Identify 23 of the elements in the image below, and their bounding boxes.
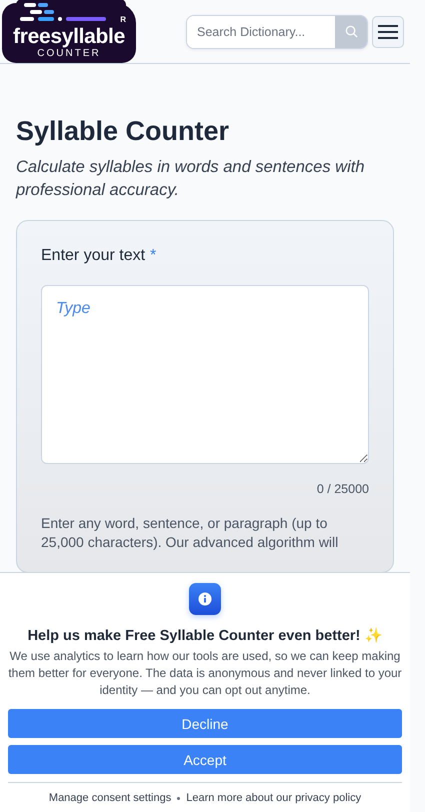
consent-text: We use analytics to learn how our tools are used, so we can keep making them better for everyone. The data is anonymous and never linked to your identity — and you can opt out anytime.: [8, 648, 402, 699]
footer-link[interactable]: Learn more about our privacy policy: [186, 792, 362, 804]
logo-subtitle: COUNTER: [37, 48, 101, 60]
field-label: Enter your text: [41, 247, 146, 265]
text-input-field[interactable]: Type: [41, 285, 369, 464]
page-subtitle: Calculate syllables in words and sentences with professional accuracy.: [16, 157, 366, 201]
info-icon: [198, 592, 212, 606]
page-title: Syllable Counter: [16, 115, 230, 148]
search-icon: [344, 25, 358, 38]
consent-title: Help us make Free Syllable Counter even better! ✨: [28, 627, 382, 644]
decline-button[interactable]: Decline: [8, 709, 402, 738]
accept-button[interactable]: Accept: [8, 745, 402, 774]
logo-wordmark: freesyllable: [13, 26, 125, 48]
registered-mark: R: [120, 14, 126, 24]
site-logo[interactable]: R freesyllable COUNTER: [2, 2, 136, 62]
footer-link[interactable]: Manage consent settings: [48, 792, 172, 804]
character-counter: 0 / 25000: [316, 482, 369, 496]
separator-dot: [177, 796, 180, 800]
menu-button[interactable]: [372, 16, 404, 48]
required-mark: *: [150, 247, 156, 265]
menu-icon: [378, 24, 398, 40]
help-text: Enter any word, sentence, or paragraph (up to 25,000 characters). Our advanced algorithm will: [41, 514, 340, 552]
search-field[interactable]: Search Dictionary...: [186, 14, 368, 48]
